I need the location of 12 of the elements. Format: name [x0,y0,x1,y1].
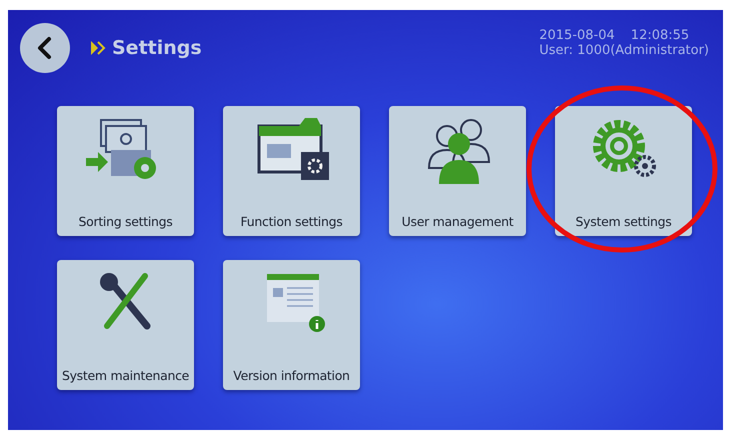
settings-tile[interactable]: User management [389,106,526,236]
settings-tile[interactable]: Version information [223,260,360,390]
double-chevron-icon [90,40,108,56]
page-title: Settings [112,37,202,59]
settings-tile[interactable]: System settings [555,106,692,236]
settings-tile[interactable]: Function settings [223,106,360,236]
back-button[interactable] [20,23,70,73]
settings-tile[interactable]: System maintenance [57,260,194,390]
user-text: User: 1000(Administrator) [539,43,709,58]
date-text: 2015-08-04 [539,28,615,43]
time-text: 12:08:55 [630,28,690,43]
settings-tile[interactable]: Sorting settings [57,106,194,236]
